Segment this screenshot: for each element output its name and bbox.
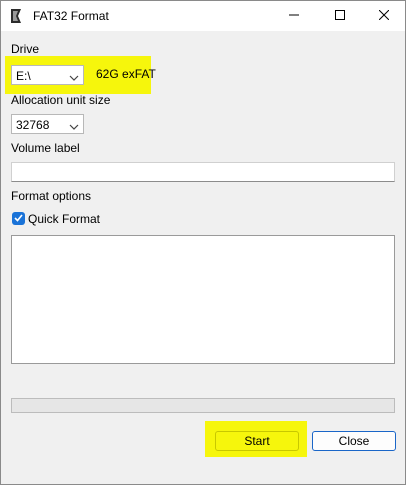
minimize-button[interactable] xyxy=(271,1,317,31)
format-options-label: Format options xyxy=(11,189,92,203)
quick-format-label[interactable]: Quick Format xyxy=(28,212,100,226)
close-icon xyxy=(378,9,390,23)
drive-info: 62G exFAT xyxy=(96,67,156,81)
allocation-unit-size-value: 32768 xyxy=(16,118,50,132)
minimize-icon xyxy=(289,9,299,23)
window-title: FAT32 Format xyxy=(33,9,109,23)
volume-label-caption: Volume label xyxy=(11,141,80,155)
start-button[interactable]: Start xyxy=(215,431,299,451)
maximize-button[interactable] xyxy=(317,1,363,31)
drive-select-value: E:\ xyxy=(16,69,31,83)
progress-bar xyxy=(11,398,395,413)
checkmark-icon xyxy=(13,212,24,226)
title-bar[interactable]: FAT32 Format xyxy=(1,1,405,31)
allocation-unit-size-label: Allocation unit size xyxy=(11,93,111,107)
drive-select[interactable]: E:\ xyxy=(11,65,84,85)
chevron-down-icon xyxy=(69,120,79,130)
close-button[interactable]: Close xyxy=(312,431,396,451)
quick-format-checkbox[interactable] xyxy=(12,212,25,225)
fat32-format-window: FAT32 Format Drive E:\ 62G exFAT Allocat… xyxy=(0,0,406,485)
volume-label-input[interactable] xyxy=(11,162,395,182)
maximize-icon xyxy=(335,9,345,23)
fat32-format-app-icon xyxy=(10,8,22,24)
allocation-unit-size-select[interactable]: 32768 xyxy=(11,114,84,134)
drive-label: Drive xyxy=(11,42,40,56)
format-log-box[interactable] xyxy=(11,235,395,364)
chevron-down-icon xyxy=(69,71,79,81)
close-window-button[interactable] xyxy=(361,1,407,31)
